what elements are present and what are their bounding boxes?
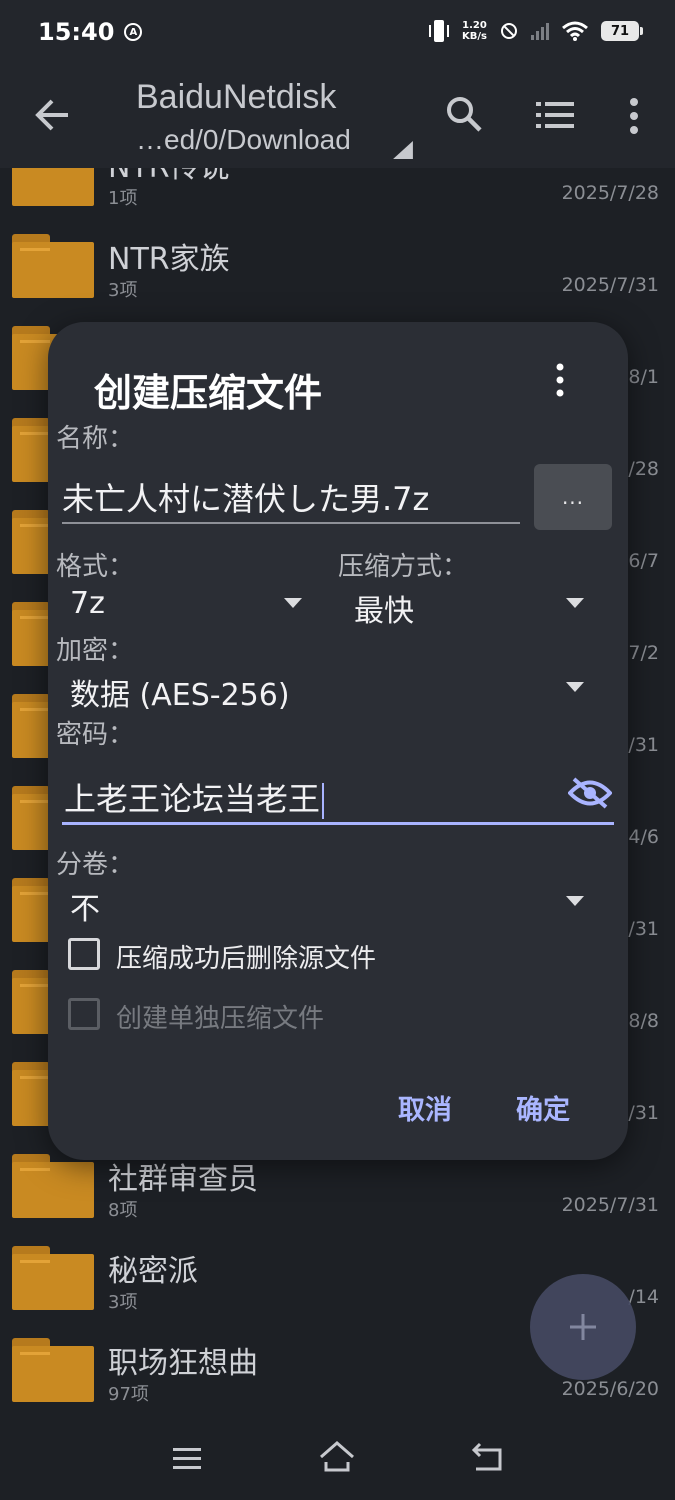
folder-icon (12, 1154, 94, 1218)
status-time: 15:40 (38, 18, 115, 46)
file-date: /14 (628, 1286, 659, 1308)
folder-icon (12, 1246, 94, 1310)
file-meta: 8项 (108, 1200, 138, 1221)
encrypt-dropdown-icon[interactable] (566, 682, 584, 692)
file-meta: 3项 (108, 1292, 138, 1313)
delete-source-checkbox[interactable] (68, 938, 100, 970)
file-date: /28 (628, 458, 659, 480)
system-back-icon[interactable] (470, 1442, 504, 1472)
text-cursor (322, 783, 325, 819)
name-input-underline (62, 522, 520, 524)
net-speed: 1.20 KB/s (462, 20, 487, 42)
list-view-icon[interactable] (534, 98, 576, 132)
dnd-icon (501, 23, 517, 39)
net-speed-unit: KB/s (462, 31, 487, 42)
split-select[interactable]: 不 (70, 884, 100, 928)
back-arrow-icon[interactable] (30, 92, 76, 138)
vibrate-icon (428, 18, 450, 44)
create-archive-dialog: 创建压缩文件 名称： 未亡人村に潜伏した男.7z ... 格式： 7z 压缩方式… (48, 322, 628, 1160)
encrypt-select[interactable]: 数据 (AES-256) (70, 670, 290, 714)
file-date: 2025/7/31 (561, 1194, 659, 1216)
list-item[interactable]: NTR家族 3项 2025/7/31 (0, 212, 675, 304)
accessibility-badge-icon: A (124, 23, 143, 41)
path-selector[interactable]: …ed/0/Download (136, 124, 351, 156)
password-text: 上老王论坛当老王 (64, 780, 321, 818)
file-date: 2025/7/28 (561, 182, 659, 204)
add-fab-button[interactable] (530, 1274, 636, 1380)
file-date: 2025/7/31 (561, 274, 659, 296)
password-input[interactable]: 上老王论坛当老王 (64, 774, 325, 820)
signal-icon (531, 22, 549, 40)
method-dropdown-icon[interactable] (566, 598, 584, 608)
password-label: 密码： (56, 720, 135, 750)
dialog-title: 创建压缩文件 (94, 371, 323, 415)
encrypt-label: 加密： (56, 636, 135, 666)
file-meta: 3项 (108, 280, 138, 301)
folder-icon (12, 1338, 94, 1402)
file-date: 6/7 (628, 550, 659, 572)
wifi-icon (562, 21, 588, 41)
toolbar: BaiduNetdisk …ed/0/Download (0, 64, 675, 168)
cancel-button[interactable]: 取消 (398, 1088, 452, 1127)
separate-archive-label: 创建单独压缩文件 (116, 1004, 325, 1034)
file-meta: 1项 (108, 188, 138, 209)
app-title: BaiduNetdisk (136, 78, 337, 116)
folder-icon (12, 234, 94, 298)
file-date: 2025/6/20 (561, 1378, 659, 1400)
split-dropdown-icon[interactable] (566, 896, 584, 906)
more-options-icon[interactable] (622, 96, 646, 136)
dialog-more-icon[interactable] (550, 362, 570, 398)
file-date: 7/2 (628, 642, 659, 664)
list-item[interactable]: NTR传说 1项 2025/7/28 (0, 168, 675, 212)
file-date: /31 (628, 1102, 659, 1124)
format-label: 格式： (56, 552, 135, 582)
path-dropdown-icon[interactable] (393, 141, 413, 159)
net-speed-value: 1.20 (462, 20, 487, 31)
status-bar: 15:40 A 1.20 KB/s 71 (0, 0, 675, 64)
status-icons: 1.20 KB/s 71 (428, 18, 643, 44)
search-icon[interactable] (444, 94, 484, 134)
method-label: 压缩方式： (338, 552, 469, 582)
file-name: 职场狂想曲 (108, 1346, 258, 1381)
file-date: /31 (628, 734, 659, 756)
password-input-underline (62, 822, 614, 825)
method-select[interactable]: 最快 (354, 586, 414, 630)
recents-menu-icon[interactable] (172, 1446, 202, 1472)
battery-icon: 71 (601, 21, 643, 41)
file-name: 社群审查员 (108, 1162, 258, 1197)
file-name: NTR家族 (108, 242, 230, 277)
name-input[interactable]: 未亡人村に潜伏した男.7z (62, 474, 429, 520)
plus-icon (570, 1314, 596, 1340)
browse-button[interactable]: ... (534, 464, 612, 530)
visibility-off-icon[interactable] (568, 776, 612, 810)
name-label: 名称： (56, 424, 135, 454)
home-icon[interactable] (318, 1440, 356, 1474)
split-label: 分卷： (56, 850, 135, 880)
file-date: 8/1 (628, 366, 659, 388)
delete-source-label[interactable]: 压缩成功后删除源文件 (116, 938, 376, 975)
separate-archive-checkbox (68, 998, 100, 1030)
file-date: /31 (628, 918, 659, 940)
format-select[interactable]: 7z (70, 586, 105, 621)
system-nav-bar (0, 1418, 675, 1500)
file-date: 8/8 (628, 1010, 659, 1032)
file-date: 4/6 (628, 826, 659, 848)
folder-icon (12, 168, 94, 206)
file-meta: 97项 (108, 1384, 149, 1405)
confirm-button[interactable]: 确定 (516, 1088, 570, 1127)
file-name: 秘密派 (108, 1254, 198, 1289)
format-dropdown-icon[interactable] (284, 598, 302, 608)
